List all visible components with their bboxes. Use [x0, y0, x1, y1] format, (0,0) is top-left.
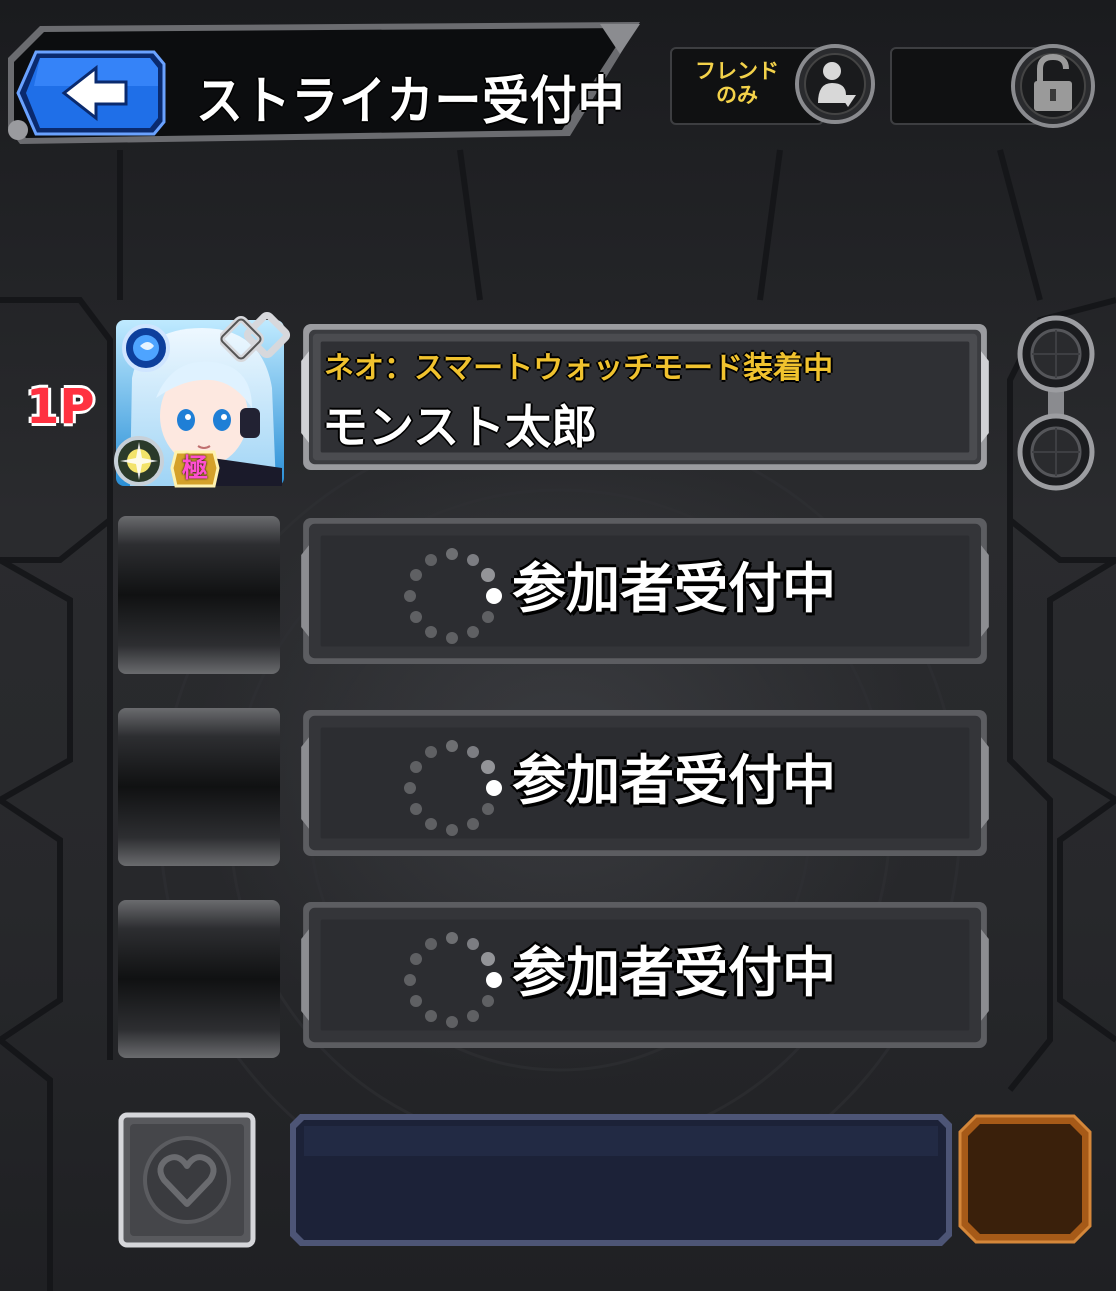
player-name: モンスト太郎 [322, 400, 598, 454]
recruit-slot-4[interactable]: 参加者受付中 [0, 900, 1116, 1060]
chat-message-bar[interactable] [290, 1114, 952, 1246]
side-orb-indicators [1017, 315, 1095, 491]
empty-avatar [118, 900, 280, 1058]
recruit-slot-3[interactable]: 参加者受付中 [0, 708, 1116, 868]
heart-icon [118, 1112, 256, 1248]
back-button[interactable] [14, 46, 166, 140]
empty-avatar [118, 516, 280, 674]
recruit-label: 参加者受付中 [512, 557, 836, 620]
player-status-text: ネオ：スマートウォッチモード装着中 [324, 351, 834, 386]
heart-button[interactable] [118, 1112, 256, 1248]
friend-only-toggle[interactable]: フレンド のみ [670, 44, 880, 129]
friend-person-icon [795, 44, 875, 124]
friend-only-label: フレンド のみ [695, 59, 779, 107]
action-button[interactable] [958, 1114, 1092, 1244]
recruit-slot-2[interactable]: 参加者受付中 [0, 516, 1116, 676]
loading-spinner-icon [404, 548, 502, 644]
recruit-label: 参加者受付中 [512, 941, 836, 1004]
loading-spinner-icon [404, 932, 502, 1028]
loading-spinner-icon [404, 740, 502, 836]
empty-avatar [118, 708, 280, 866]
page-title: ストライカー受付中 [196, 72, 626, 132]
header: ストライカー受付中 [0, 18, 640, 146]
padlock-icon [1011, 44, 1095, 128]
room-lock-toggle[interactable] [890, 44, 1100, 129]
recruit-label: 参加者受付中 [512, 749, 836, 812]
back-arrow-icon [16, 50, 166, 136]
